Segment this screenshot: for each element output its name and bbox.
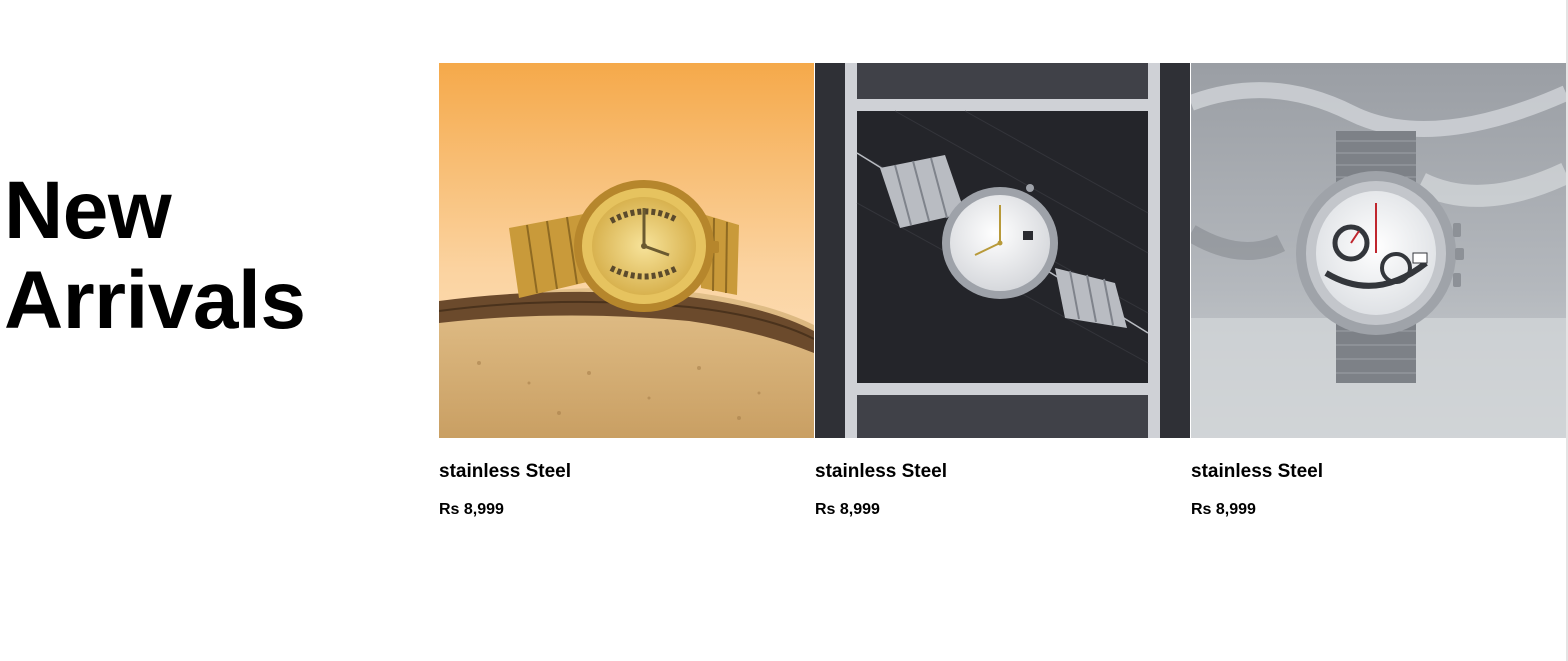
section-title: New Arrivals bbox=[4, 165, 306, 346]
product-image-gold-watch[interactable] bbox=[439, 63, 814, 438]
section-title-line-1: New bbox=[4, 165, 172, 256]
product-card[interactable]: stainless Steel Rs 8,999 bbox=[815, 63, 1190, 520]
product-name[interactable]: stainless Steel bbox=[815, 460, 1190, 484]
new-arrivals-section: New Arrivals stainless Steel Rs 8,999 st… bbox=[0, 0, 1568, 661]
product-price: Rs 8,999 bbox=[439, 501, 504, 518]
product-price: Rs 8,999 bbox=[1191, 501, 1256, 518]
product-card[interactable]: stainless Steel Rs 8,999 bbox=[1191, 63, 1566, 520]
product-image-chronograph[interactable] bbox=[1191, 63, 1566, 438]
product-card[interactable]: stainless Steel Rs 8,999 bbox=[439, 63, 814, 520]
product-name[interactable]: stainless Steel bbox=[439, 460, 814, 484]
product-image-silver-watch[interactable] bbox=[815, 63, 1190, 438]
product-name[interactable]: stainless Steel bbox=[1191, 460, 1566, 484]
product-price: Rs 8,999 bbox=[815, 501, 880, 518]
product-grid: stainless Steel Rs 8,999 stainless Steel… bbox=[439, 63, 1566, 520]
section-title-line-2: Arrivals bbox=[4, 255, 306, 346]
